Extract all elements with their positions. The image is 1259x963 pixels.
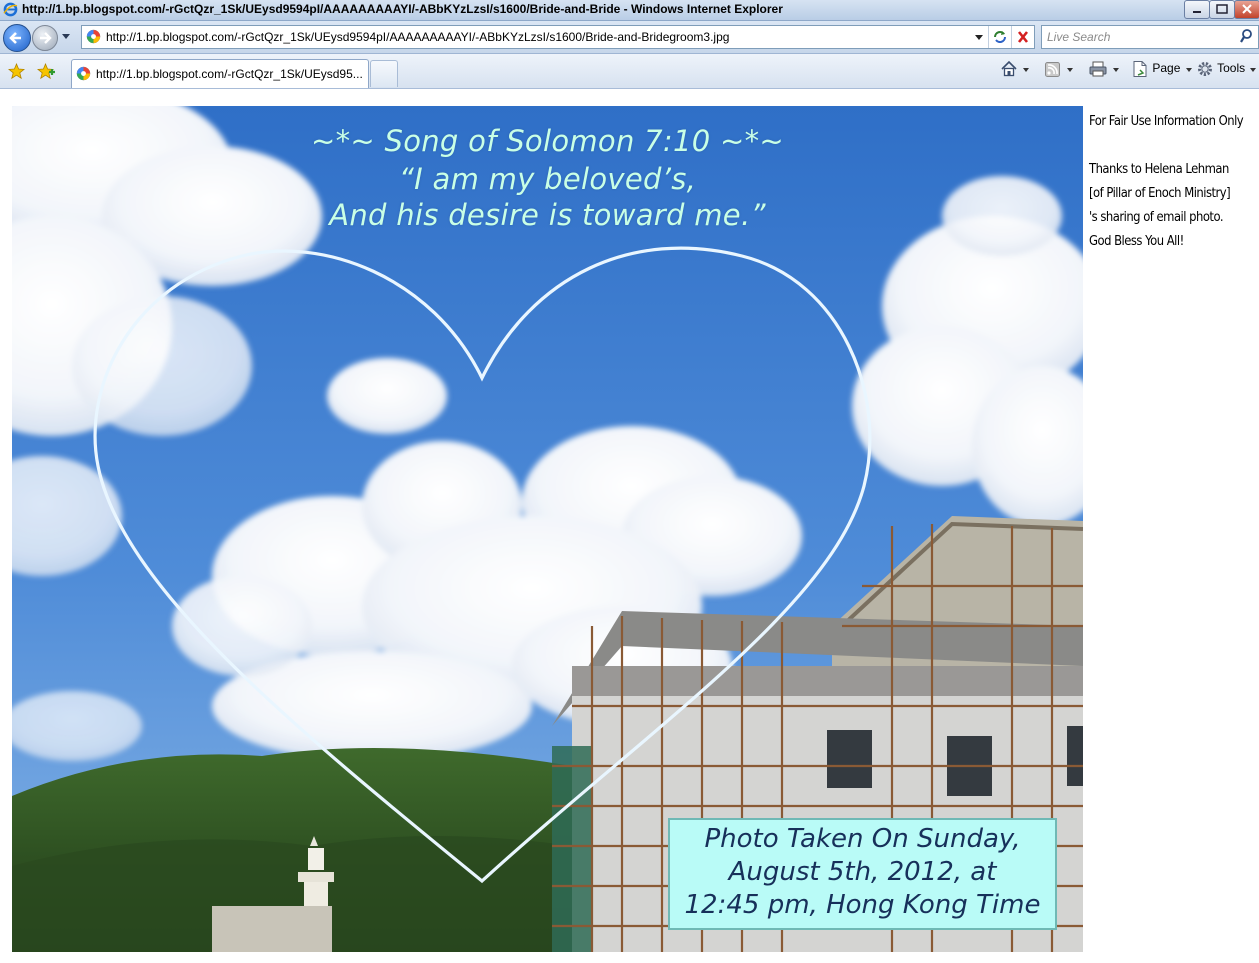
thanks-line: Thanks to Helena Lehman xyxy=(1089,161,1229,177)
search-icon[interactable] xyxy=(1240,28,1256,44)
ministry-line: [of Pillar of Enoch Ministry] xyxy=(1089,185,1231,201)
address-url[interactable]: http://1.bp.blogspot.com/-rGctQzr_1Sk/UE… xyxy=(106,30,729,44)
tools-menu-label: Tools xyxy=(1217,61,1246,76)
address-dropdown-icon[interactable] xyxy=(970,26,988,48)
refresh-icon[interactable] xyxy=(988,26,1011,48)
search-box[interactable] xyxy=(1041,25,1259,49)
tab-label: http://1.bp.blogspot.com/-rGctQzr_1Sk/UE… xyxy=(96,67,363,81)
caption-line-2: August 5th, 2012, at xyxy=(728,857,997,887)
home-dropdown-icon xyxy=(1023,68,1030,72)
new-tab-button[interactable] xyxy=(370,60,398,87)
page-icon xyxy=(1133,61,1147,77)
feeds-button[interactable] xyxy=(1044,60,1075,80)
picasa-icon xyxy=(76,66,91,81)
sharing-line: 's sharing of email photo. xyxy=(1089,209,1224,225)
minimize-button[interactable] xyxy=(1184,0,1210,19)
add-favorite-icon[interactable] xyxy=(37,63,55,80)
blessing-line: God Bless You All! xyxy=(1089,233,1184,249)
forward-button[interactable] xyxy=(32,25,58,51)
page-dropdown-icon xyxy=(1185,68,1192,72)
gear-icon xyxy=(1198,62,1212,76)
close-icon xyxy=(1242,4,1252,14)
ie-logo-icon xyxy=(3,2,18,17)
photo-caption-box: Photo Taken On Sunday, August 5th, 2012,… xyxy=(668,818,1057,930)
tools-dropdown-icon xyxy=(1250,68,1257,72)
page-menu[interactable]: Page xyxy=(1131,60,1194,80)
navigation-bar: http://1.bp.blogspot.com/-rGctQzr_1Sk/UE… xyxy=(0,21,1259,54)
caption-line-3: 12:45 pm, Hong Kong Time xyxy=(684,890,1041,920)
window-title: http://1.bp.blogspot.com/-rGctQzr_1Sk/UE… xyxy=(22,2,783,16)
caption-line-1: Photo Taken On Sunday, xyxy=(704,824,1021,854)
favorites-star-icon[interactable] xyxy=(8,63,25,80)
side-note: For Fair Use Information Only Thanks to … xyxy=(1089,109,1244,253)
minimize-icon xyxy=(1193,11,1201,13)
maximize-button[interactable] xyxy=(1209,0,1235,19)
home-button[interactable] xyxy=(1000,60,1031,80)
rss-feed-icon xyxy=(1045,62,1060,77)
home-icon xyxy=(1001,60,1017,77)
feeds-dropdown-icon xyxy=(1067,68,1074,72)
page-content: ~*~ Song of Solomon 7:10 ~*~ “I am my be… xyxy=(0,89,1259,963)
tab-active[interactable]: http://1.bp.blogspot.com/-rGctQzr_1Sk/UE… xyxy=(71,59,369,88)
page-menu-label: Page xyxy=(1152,61,1181,76)
stop-icon[interactable] xyxy=(1011,26,1034,48)
fair-use-note: For Fair Use Information Only xyxy=(1089,113,1244,129)
printer-icon xyxy=(1089,61,1107,77)
tools-menu[interactable]: Tools xyxy=(1196,60,1258,80)
back-arrow-icon xyxy=(9,32,21,44)
verse-reference: ~*~ Song of Solomon 7:10 ~*~ xyxy=(310,124,785,158)
tab-bar: http://1.bp.blogspot.com/-rGctQzr_1Sk/UE… xyxy=(0,54,1259,89)
print-dropdown-icon xyxy=(1113,68,1120,72)
window-title-bar[interactable]: http://1.bp.blogspot.com/-rGctQzr_1Sk/UE… xyxy=(0,0,1259,21)
print-button[interactable] xyxy=(1088,60,1121,80)
back-button[interactable] xyxy=(3,24,31,52)
recent-pages-dropdown-icon[interactable] xyxy=(60,33,72,41)
forward-arrow-icon xyxy=(40,32,52,44)
close-button[interactable] xyxy=(1234,0,1259,19)
search-input[interactable] xyxy=(1045,28,1229,46)
verse-line-1: “I am my beloved’s, xyxy=(398,162,697,196)
address-bar[interactable]: http://1.bp.blogspot.com/-rGctQzr_1Sk/UE… xyxy=(81,25,1035,49)
picasa-icon xyxy=(86,29,101,44)
maximize-icon xyxy=(1216,4,1228,14)
verse-line-2: And his desire is toward me.” xyxy=(329,198,766,232)
